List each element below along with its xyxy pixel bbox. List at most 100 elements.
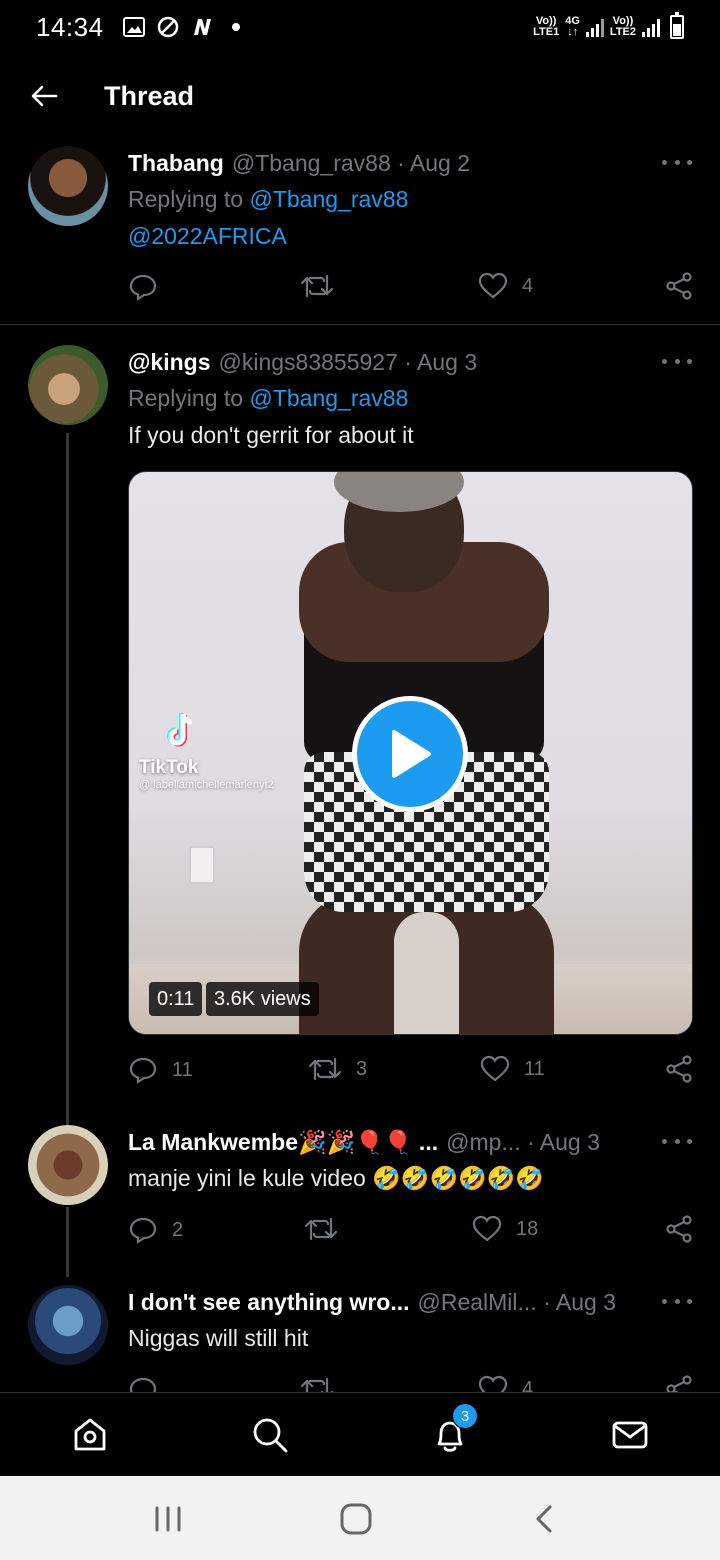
- tweet-author-name[interactable]: I don't see anything wro...: [128, 1289, 410, 1316]
- share-icon: [666, 1215, 692, 1243]
- replying-prefix: Replying to: [128, 385, 250, 411]
- status-bar: 14:34 Vo)) LTE1 4G ↓↑ Vo)) LTE2: [0, 0, 720, 54]
- tweet-text: manje yini le kule video 🤣🤣🤣🤣🤣🤣: [128, 1165, 545, 1191]
- battery-icon: [670, 12, 684, 39]
- home-square-icon: [340, 1503, 372, 1535]
- more-options-icon[interactable]: [662, 1131, 692, 1151]
- video-figure-legs: [299, 892, 554, 1034]
- like-button[interactable]: 4: [478, 1375, 533, 1392]
- video-player[interactable]: TikTok @ labellamichellemarlenyt2 0:11 3…: [128, 471, 693, 1035]
- dot-icon: [224, 16, 248, 38]
- sim2-indicator: Vo)) LTE2: [610, 16, 636, 38]
- tweet-author-name[interactable]: Thabang: [128, 150, 224, 177]
- nav-search[interactable]: [248, 1413, 292, 1457]
- more-options-icon[interactable]: [662, 1291, 692, 1311]
- like-button[interactable]: 4: [478, 272, 533, 300]
- tweet-meta: @RealMil... · Aug 3: [417, 1289, 616, 1315]
- like-button[interactable]: 11: [480, 1055, 545, 1083]
- avatar[interactable]: [28, 345, 108, 425]
- tweet[interactable]: I don't see anything wro... @RealMil... …: [0, 1265, 720, 1392]
- sim2-label: LTE2: [609, 26, 636, 38]
- tweet-actions: 4: [128, 272, 693, 306]
- avatar[interactable]: [28, 1125, 108, 1205]
- replying-to-link[interactable]: @Tbang_rav88: [249, 385, 408, 411]
- signal-bars-icon: [585, 17, 604, 37]
- tweet-header: Thabang @Tbang_rav88 · Aug 2: [128, 150, 630, 177]
- retweet-button[interactable]: 3: [308, 1055, 367, 1083]
- nav-home[interactable]: [68, 1413, 112, 1457]
- tweet-header: @kings @kings83855927 · Aug 3: [128, 349, 630, 376]
- data-arrows-icon: ↓↑: [567, 26, 579, 38]
- messages-icon: [612, 1421, 648, 1449]
- nav-messages[interactable]: [608, 1413, 652, 1457]
- more-options-icon[interactable]: [662, 351, 692, 371]
- video-duration: 0:11: [149, 982, 203, 1016]
- tweet-meta: @kings83855927 · Aug 3: [218, 349, 478, 375]
- reply-button[interactable]: 2: [128, 1215, 183, 1245]
- like-button[interactable]: 18: [472, 1215, 538, 1243]
- replying-prefix: Replying to: [128, 186, 250, 212]
- sim1-indicator: Vo)) LTE1: [533, 16, 559, 38]
- heart-icon: [480, 1055, 510, 1082]
- retweet-button[interactable]: [300, 1375, 348, 1392]
- tweet[interactable]: Thabang @Tbang_rav88 · Aug 2 Replying to…: [0, 138, 720, 324]
- back-chevron-icon: [536, 1505, 552, 1533]
- notification-count-badge: 3: [452, 1403, 478, 1429]
- tiktok-watermark: TikTok @ labellamichellemarlenyt2: [139, 710, 274, 791]
- retweet-button[interactable]: [304, 1215, 352, 1243]
- tiktok-handle: @ labellamichellemarlenyt2: [139, 779, 274, 791]
- share-button[interactable]: [665, 1215, 693, 1243]
- tweet-text[interactable]: @2022AFRICA: [128, 223, 287, 250]
- reply-count: 2: [172, 1218, 184, 1241]
- tweet-header: La Mankwembe🎉🎉🎈🎈 ... @mp... · Aug 3: [128, 1129, 630, 1156]
- n-app-icon: [190, 16, 214, 38]
- recent-apps-button[interactable]: [152, 1502, 184, 1536]
- heart-icon: [478, 272, 508, 299]
- retweet-button[interactable]: [300, 272, 348, 300]
- retweet-icon: [304, 1217, 338, 1241]
- play-button[interactable]: [352, 696, 468, 812]
- more-options-icon[interactable]: [662, 152, 692, 172]
- reply-button[interactable]: [128, 1375, 172, 1392]
- back-system-button[interactable]: [530, 1502, 558, 1536]
- share-button[interactable]: [665, 1055, 693, 1083]
- thread-line: [66, 1105, 69, 1125]
- home-system-button[interactable]: [338, 1502, 374, 1536]
- video-views: 3.6K views: [206, 982, 319, 1016]
- wall-outlet: [189, 846, 215, 884]
- blocked-icon: [156, 16, 180, 38]
- share-icon: [666, 272, 692, 300]
- retweet-count: 3: [356, 1057, 368, 1080]
- heart-icon: [472, 1215, 502, 1242]
- tweet-author-name[interactable]: La Mankwembe🎉🎉🎈🎈 ...: [128, 1129, 438, 1156]
- bottom-nav: 3: [0, 1392, 720, 1476]
- tweet-actions: 2 18: [128, 1215, 693, 1249]
- home-icon: [74, 1418, 106, 1451]
- avatar[interactable]: [28, 1285, 108, 1365]
- sim1-label: LTE1: [533, 26, 560, 38]
- share-button[interactable]: [665, 272, 693, 300]
- replying-to-link[interactable]: @Tbang_rav88: [249, 186, 408, 212]
- recent-apps-icon: [155, 1506, 181, 1532]
- back-arrow-icon: [31, 85, 58, 107]
- status-right: Vo)) LTE1 4G ↓↑ Vo)) LTE2: [533, 12, 684, 39]
- tweet-actions: 4: [128, 1375, 693, 1392]
- reply-count: 11: [172, 1058, 193, 1081]
- tiktok-logo-icon: [167, 713, 193, 747]
- replying-to: Replying to @Tbang_rav88: [128, 186, 408, 213]
- like-count: 11: [524, 1057, 545, 1080]
- reply-button[interactable]: [128, 272, 172, 302]
- share-button[interactable]: [665, 1375, 693, 1392]
- system-nav-bar: [0, 1476, 720, 1560]
- status-time: 14:34: [36, 11, 104, 42]
- back-button[interactable]: [14, 66, 74, 126]
- reply-icon: [129, 1377, 157, 1392]
- tweet[interactable]: La Mankwembe🎉🎉🎈🎈 ... @mp... · Aug 3 manj…: [0, 1105, 720, 1277]
- tweet-actions: 11 3 11: [128, 1055, 693, 1089]
- tweet-author-name[interactable]: @kings: [128, 349, 211, 376]
- avatar[interactable]: [28, 146, 108, 226]
- retweet-icon: [308, 1057, 342, 1081]
- reply-button[interactable]: 11: [128, 1055, 193, 1085]
- search-icon: [253, 1418, 288, 1453]
- gallery-icon: [122, 16, 146, 38]
